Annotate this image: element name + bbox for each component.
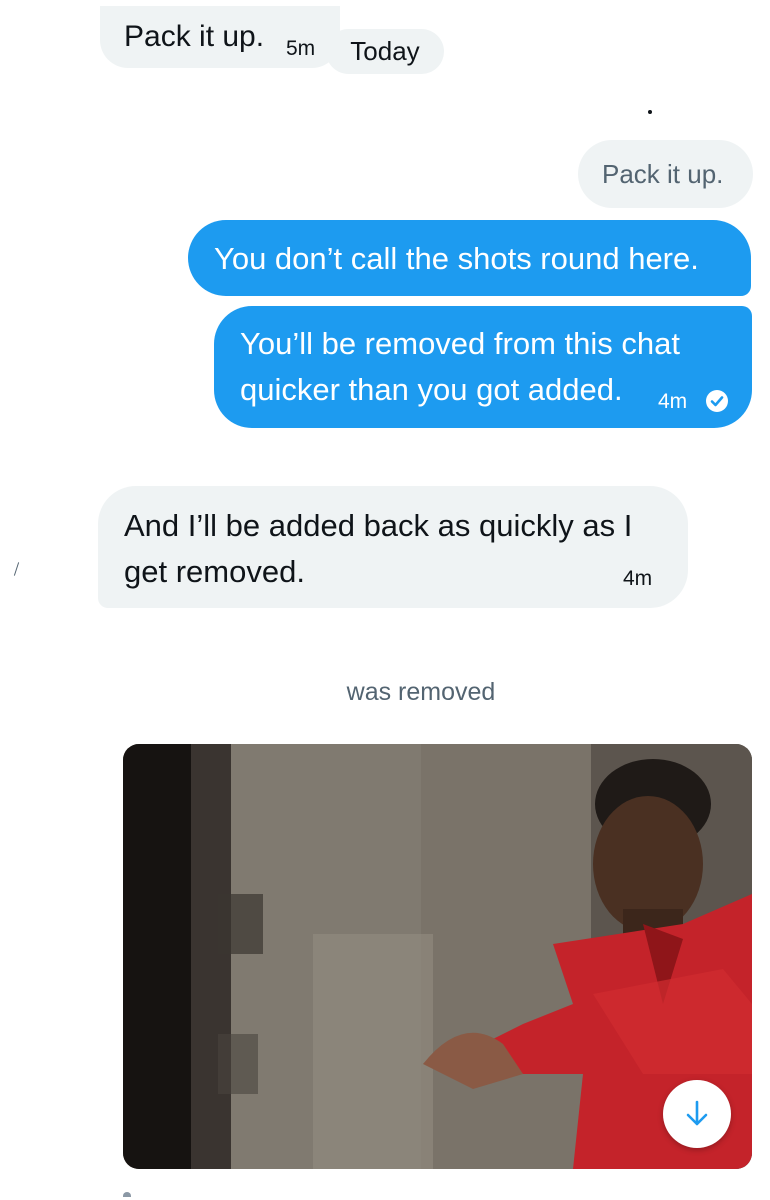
decorative-mark — [123, 1192, 131, 1197]
message-text-line-1: You’ll be removed from this chat — [240, 326, 680, 361]
decorative-mark — [13, 562, 20, 576]
gif-media[interactable] — [123, 744, 752, 1169]
message-text: You don’t call the shots round here. — [214, 241, 699, 276]
message-timestamp: 4m — [658, 390, 688, 413]
outgoing-message[interactable]: You’ll be removed from this chat quicker… — [214, 306, 752, 428]
message-text-line-2: get removed. — [124, 554, 305, 589]
scroll-to-bottom-button[interactable] — [663, 1080, 731, 1148]
message-text-line-1: And I’ll be added back as quickly as I — [124, 508, 633, 543]
date-divider: Today — [326, 29, 444, 74]
message-timestamp: 5m — [286, 37, 316, 60]
system-message: was removed — [346, 678, 496, 706]
arrow-down-icon — [686, 1100, 708, 1126]
message-timestamp: 4m — [623, 567, 653, 590]
decorative-dot — [648, 110, 652, 114]
outgoing-message[interactable]: You don’t call the shots round here. — [188, 220, 751, 296]
read-check-icon — [706, 390, 728, 412]
quoted-message[interactable]: Pack it up. — [578, 140, 753, 208]
incoming-message[interactable]: And I’ll be added back as quickly as I g… — [98, 486, 688, 608]
message-text-line-2: quicker than you got added. — [240, 372, 623, 407]
incoming-message-pack-it-up[interactable]: Pack it up. 5m — [100, 6, 340, 68]
message-text: Pack it up. — [124, 20, 265, 53]
quoted-message-text: Pack it up. — [602, 159, 724, 189]
